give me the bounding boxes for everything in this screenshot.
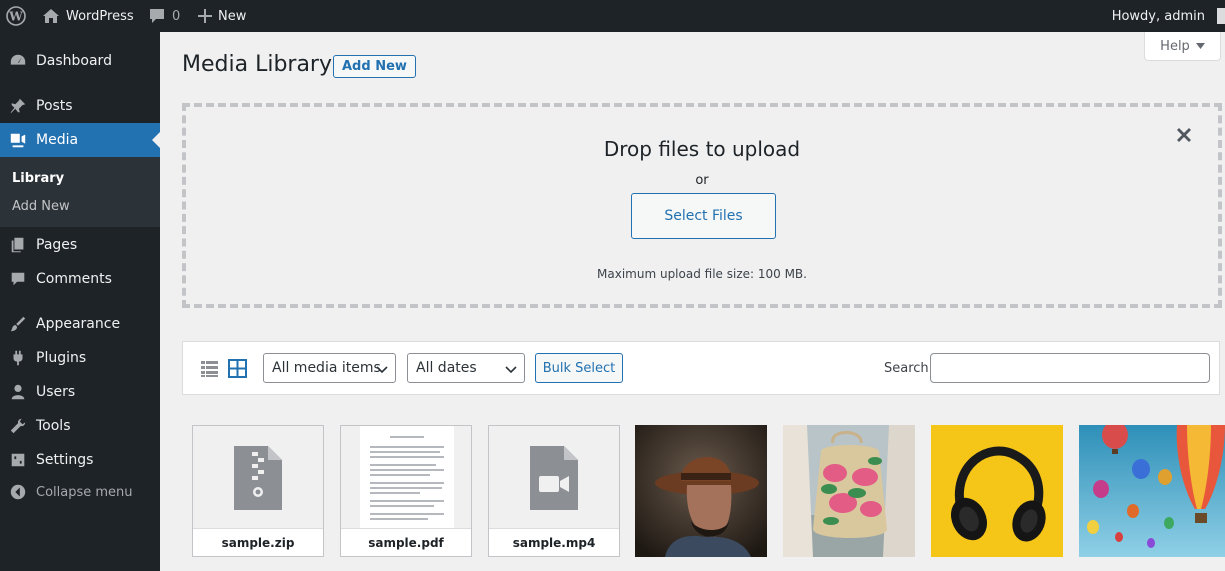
sidebar-item-tools[interactable]: Tools [0,409,160,443]
sidebar-item-label: Posts [36,98,73,114]
sidebar-item-plugins[interactable]: Plugins [0,341,160,375]
svg-text:W: W [8,10,23,24]
media-type-filter[interactable]: All media items [263,353,396,383]
my-account-link[interactable]: Howdy, admin [1112,0,1225,32]
sidebar-item-comments[interactable]: Comments [0,262,160,296]
attachment-sample-pdf[interactable]: sample.pdf [340,425,472,557]
sidebar-item-label: Settings [36,452,94,468]
submenu-item-add-new[interactable]: Add New [12,199,70,214]
collapse-menu-label: Collapse menu [36,484,133,500]
home-icon [43,9,59,23]
sidebar-item-appearance[interactable]: Appearance [0,307,160,341]
sidebar-item-media[interactable]: Media [0,123,160,157]
attachment-photo-watermelon-bag[interactable] [783,425,915,557]
video-file-icon [530,446,578,510]
caret-down-icon [1195,43,1205,49]
new-content-link[interactable]: New [198,0,246,32]
new-label: New [218,8,247,24]
photo-hot-air-balloons [1079,425,1225,557]
chevron-down-icon [505,366,517,374]
comments-count: 0 [172,8,181,24]
pin-icon [0,97,36,115]
photo-headphones [931,425,1063,557]
dropzone-title: Drop files to upload [603,137,801,161]
pages-icon [0,236,36,254]
select-files-button[interactable]: Select Files [631,193,776,239]
comments-link[interactable]: 0 [148,0,180,32]
upload-dropzone[interactable]: Drop files to upload or Select Files Max… [182,103,1222,308]
search-input[interactable] [930,353,1210,383]
avatar [1217,8,1225,24]
dropzone-or: or [695,173,709,188]
sidebar-item-pages[interactable]: Pages [0,228,160,262]
page-title: Media Library [182,52,332,77]
sidebar-item-label: Dashboard [36,53,112,69]
sidebar-item-label: Media [36,132,79,148]
date-filter[interactable]: All dates [407,353,525,383]
photo-man-with-hat [635,425,767,557]
settings-icon [0,451,36,469]
sidebar-item-settings[interactable]: Settings [0,443,160,477]
media-submenu: Library Add New [0,157,160,227]
attachment-filename: sample.pdf [341,528,471,556]
document-thumbnail [360,426,454,530]
sidebar-item-label: Appearance [36,316,121,332]
admin-sidebar: Dashboard Posts Media Library Add New Pa… [0,32,160,571]
admin-bar: W WordPress 0 New Howdy, admin [0,0,1225,32]
bulk-select-button[interactable]: Bulk Select [535,353,623,383]
media-icon [0,131,36,149]
attachment-photo-hot-air-balloons[interactable] [1079,425,1225,557]
sidebar-item-label: Users [36,384,76,400]
sidebar-item-posts[interactable]: Posts [0,89,160,123]
wrench-icon [0,417,36,435]
comment-bubble-icon [150,9,164,23]
add-new-button[interactable]: Add New [333,55,416,78]
submenu-item-library[interactable]: Library [12,171,64,186]
collapse-menu-button[interactable]: Collapse menu [0,475,160,509]
sidebar-item-label: Pages [36,237,78,253]
sidebar-item-dashboard[interactable]: Dashboard [0,44,160,78]
help-label: Help [1160,38,1190,54]
chevron-down-icon [376,366,388,374]
search-label: Search [884,361,929,376]
comment-icon [0,270,36,288]
howdy-label: Howdy, admin [1111,8,1205,24]
sidebar-item-label: Plugins [36,350,87,366]
collapse-arrow-icon [0,483,36,501]
photo-watermelon-bag [783,425,915,557]
attachment-filename: sample.mp4 [489,528,619,556]
attachment-filename: sample.zip [193,528,323,556]
dashboard-icon [0,52,36,70]
attachment-photo-man-with-hat[interactable] [635,425,767,557]
sidebar-item-users[interactable]: Users [0,375,160,409]
help-tab-button[interactable]: Help [1144,32,1221,61]
site-name-link[interactable]: WordPress [42,0,134,32]
max-upload-size: Maximum upload file size: 100 MB. [597,267,807,281]
plus-icon [198,9,212,23]
site-name-label: WordPress [66,8,134,24]
media-toolbar: All media items All dates Bulk Select Se… [182,341,1220,395]
sidebar-item-label: Tools [36,418,71,434]
media-type-filter-value: All media items [272,360,381,376]
paintbrush-icon [0,315,36,333]
attachment-photo-headphones[interactable] [931,425,1063,557]
date-filter-value: All dates [416,360,477,376]
users-icon [0,383,36,401]
attachment-sample-zip[interactable]: sample.zip [192,425,324,557]
archive-file-icon [234,446,282,510]
wordpress-logo-icon[interactable]: W [6,0,30,32]
attachment-sample-mp4[interactable]: sample.mp4 [488,425,620,557]
sidebar-item-label: Comments [36,271,112,287]
list-view-icon[interactable] [200,359,219,378]
grid-view-icon[interactable] [228,359,247,378]
plugin-icon [0,349,36,367]
